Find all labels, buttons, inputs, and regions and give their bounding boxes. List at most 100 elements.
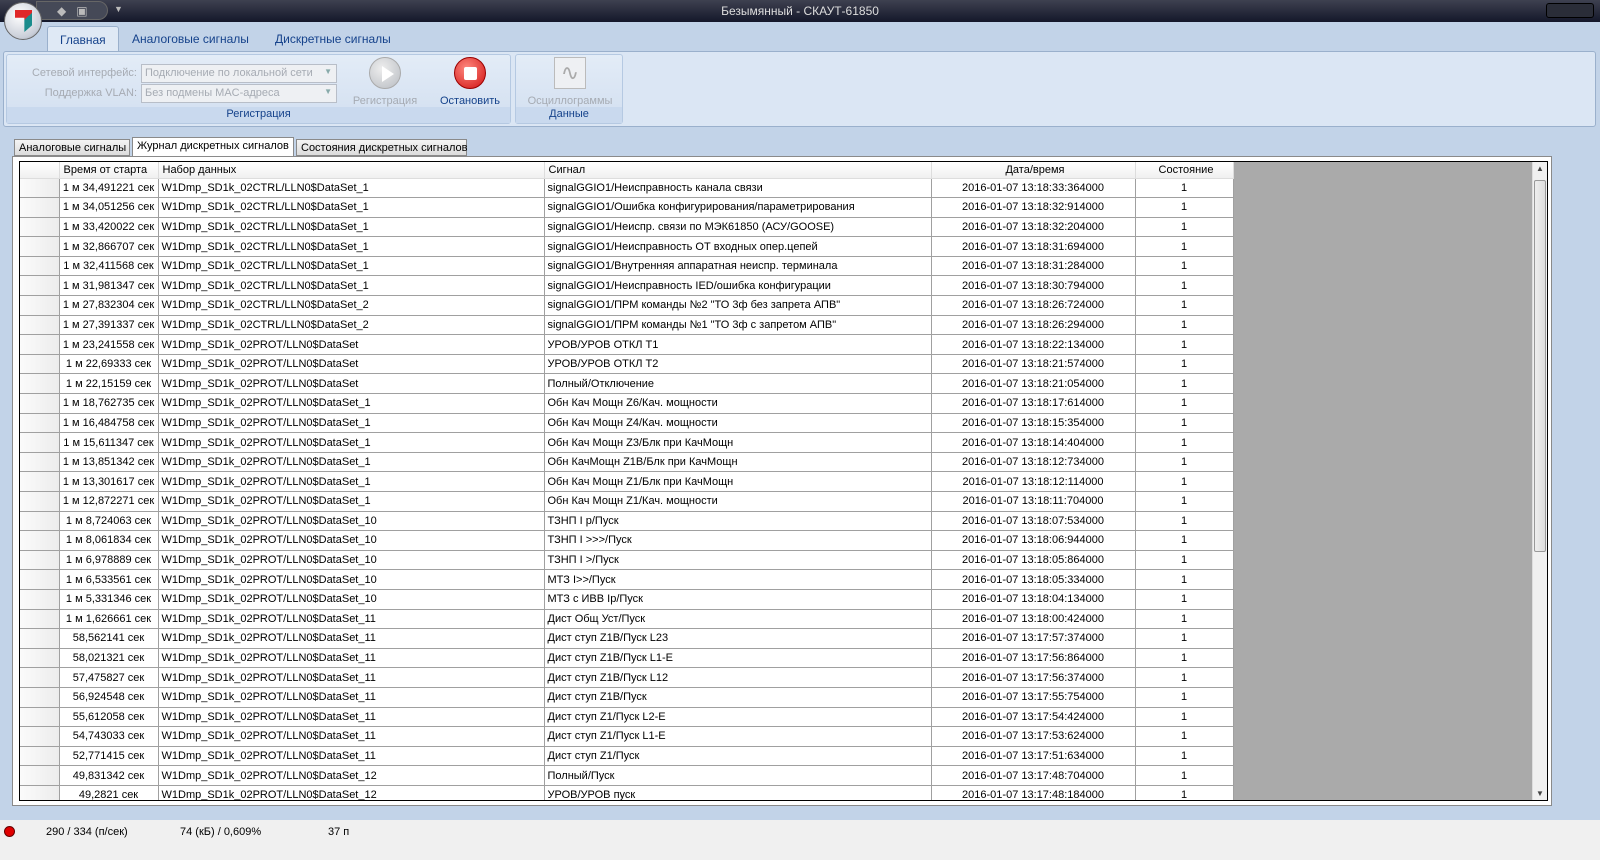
row-header[interactable] (20, 549, 60, 571)
table-row[interactable]: 1 м 16,484758 сек W1Dmp_SD1k_02PROT/LLN0$… (20, 412, 1234, 434)
window-controls[interactable] (1546, 3, 1594, 18)
scroll-up-icon[interactable]: ▲ (1536, 164, 1544, 173)
row-header[interactable] (20, 510, 60, 532)
start-registration-button[interactable]: Регистрация (350, 57, 420, 107)
doc-tab-discrete-log[interactable]: Журнал дискретных сигналов (132, 137, 294, 156)
cell-dataset: W1Dmp_SD1k_02CTRL/LLN0$DataSet_1 (157, 177, 545, 199)
row-header[interactable] (20, 451, 60, 473)
table-row[interactable]: 1 м 22,15159 сек W1Dmp_SD1k_02PROT/LLN0$D… (20, 373, 1234, 395)
table-row[interactable]: 49,831342 сек W1Dmp_SD1k_02PROT/LLN0$Data… (20, 765, 1234, 786)
row-header[interactable] (20, 628, 60, 649)
row-header[interactable] (20, 314, 60, 336)
vlan-combo[interactable]: Без подмены MAC-адреса ▼ (141, 84, 337, 103)
table-row[interactable]: 1 м 31,981347 сек W1Dmp_SD1k_02CTRL/LLN0$… (20, 275, 1234, 297)
table-row[interactable]: 1 м 6,533561 сек W1Dmp_SD1k_02PROT/LLN0$D… (20, 569, 1234, 590)
doc-tab-discrete-states[interactable]: Состояния дискретных сигналов (296, 139, 467, 156)
cell-datetime: 2016-01-07 13:17:56:864000 (930, 647, 1136, 669)
cell-signal: МТЗ I>>/Пуск (543, 569, 932, 590)
open-icon[interactable]: ◆ (57, 4, 66, 18)
table-row[interactable]: 1 м 8,061834 сек W1Dmp_SD1k_02PROT/LLN0$D… (20, 530, 1234, 551)
table-row[interactable]: 1 м 32,866707 сек W1Dmp_SD1k_02CTRL/LLN0$… (20, 236, 1234, 257)
table-row[interactable]: 1 м 12,872271 сек W1Dmp_SD1k_02PROT/LLN0$… (20, 491, 1234, 512)
header-row: Время от старта Набор данных Сигнал Дата… (20, 162, 1234, 179)
table-row[interactable]: 1 м 27,832304 сек W1Dmp_SD1k_02CTRL/LLN0$… (20, 295, 1234, 316)
table-row[interactable]: 1 м 27,391337 сек W1Dmp_SD1k_02CTRL/LLN0$… (20, 314, 1234, 336)
table-row[interactable]: 1 м 6,978889 сек W1Dmp_SD1k_02PROT/LLN0$D… (20, 549, 1234, 571)
table-row[interactable]: 52,771415 сек W1Dmp_SD1k_02PROT/LLN0$Data… (20, 745, 1234, 767)
row-header[interactable] (20, 726, 60, 747)
row-header[interactable] (20, 353, 60, 375)
row-header[interactable] (20, 569, 60, 590)
table-row[interactable]: 1 м 22,69333 сек W1Dmp_SD1k_02PROT/LLN0$D… (20, 353, 1234, 375)
ribbon-tab-analog[interactable]: Аналоговые сигналы (120, 26, 261, 52)
row-header[interactable] (20, 706, 60, 728)
col-header-time[interactable]: Время от старта (59, 162, 159, 179)
table-row[interactable]: 54,743033 сек W1Dmp_SD1k_02PROT/LLN0$Data… (20, 726, 1234, 747)
col-header-dataset[interactable]: Набор данных (158, 162, 545, 179)
oscillograms-button[interactable]: ∿ Осциллограммы (518, 57, 622, 107)
row-header[interactable] (20, 373, 60, 395)
table-row[interactable]: 1 м 5,331346 сек W1Dmp_SD1k_02PROT/LLN0$D… (20, 588, 1234, 610)
row-header[interactable] (20, 784, 60, 800)
table-row[interactable]: 1 м 13,851342 сек W1Dmp_SD1k_02PROT/LLN0$… (20, 451, 1234, 473)
ribbon-tab-discrete[interactable]: Дискретные сигналы (263, 26, 403, 52)
row-header[interactable] (20, 471, 60, 492)
table-row[interactable]: 58,562141 сек W1Dmp_SD1k_02PROT/LLN0$Data… (20, 628, 1234, 649)
row-header[interactable] (20, 275, 60, 297)
scroll-down-icon[interactable]: ▼ (1536, 789, 1544, 798)
cell-time: 58,562141 сек (58, 628, 159, 649)
qat-dropdown-icon[interactable]: ▼ (114, 4, 123, 14)
table-row[interactable]: 1 м 23,241558 сек W1Dmp_SD1k_02PROT/LLN0$… (20, 334, 1234, 355)
row-header[interactable] (20, 236, 60, 257)
table-row[interactable]: 1 м 34,491221 сек W1Dmp_SD1k_02CTRL/LLN0$… (20, 177, 1234, 199)
row-header[interactable] (20, 216, 60, 238)
table-row[interactable]: 56,924548 сек W1Dmp_SD1k_02PROT/LLN0$Data… (20, 686, 1234, 708)
row-header[interactable] (20, 334, 60, 355)
col-header-signal[interactable]: Сигнал (544, 162, 932, 179)
row-header[interactable] (20, 393, 60, 414)
col-header-datetime[interactable]: Дата/время (931, 162, 1136, 179)
row-header[interactable] (20, 745, 60, 767)
col-header-state[interactable]: Состояние (1135, 162, 1234, 179)
row-header[interactable] (20, 197, 60, 218)
table-row[interactable]: 1 м 33,420022 сек W1Dmp_SD1k_02CTRL/LLN0$… (20, 216, 1234, 238)
ribbon-tab-main[interactable]: Главная (47, 26, 119, 52)
row-header[interactable] (20, 177, 60, 199)
table-row[interactable]: 1 м 1,626661 сек W1Dmp_SD1k_02PROT/LLN0$D… (20, 608, 1234, 630)
cell-time: 1 м 13,851342 сек (58, 451, 159, 473)
row-header[interactable] (20, 608, 60, 630)
stop-button[interactable]: Остановить (435, 57, 505, 107)
table-row[interactable]: 1 м 34,051256 сек W1Dmp_SD1k_02CTRL/LLN0$… (20, 197, 1234, 218)
network-combo[interactable]: Подключение по локальной сети ▼ (141, 64, 337, 83)
table-row[interactable]: 57,475827 сек W1Dmp_SD1k_02PROT/LLN0$Data… (20, 667, 1234, 688)
row-header[interactable] (20, 530, 60, 551)
row-header[interactable] (20, 412, 60, 434)
cell-datetime: 2016-01-07 13:18:32:204000 (930, 216, 1136, 238)
scrollbar-thumb[interactable] (1534, 180, 1546, 552)
cell-signal: Полный/Отключение (543, 373, 932, 395)
table-row[interactable]: 1 м 15,611347 сек W1Dmp_SD1k_02PROT/LLN0$… (20, 432, 1234, 453)
table-row[interactable]: 1 м 32,411568 сек W1Dmp_SD1k_02CTRL/LLN0$… (20, 255, 1234, 277)
row-header[interactable] (20, 432, 60, 453)
table-row[interactable]: 49,2821 сек W1Dmp_SD1k_02PROT/LLN0$DataSe… (20, 784, 1234, 800)
row-header[interactable] (20, 588, 60, 610)
row-header[interactable] (20, 255, 60, 277)
row-header[interactable] (20, 295, 60, 316)
table-row[interactable]: 1 м 18,762735 сек W1Dmp_SD1k_02PROT/LLN0$… (20, 393, 1234, 414)
app-menu-button[interactable] (4, 2, 42, 40)
table-row[interactable]: 55,612058 сек W1Dmp_SD1k_02PROT/LLN0$Data… (20, 706, 1234, 728)
row-header[interactable] (20, 647, 60, 669)
row-header[interactable] (20, 686, 60, 708)
row-header[interactable] (20, 765, 60, 786)
row-header[interactable] (20, 667, 60, 688)
cell-signal: Дист ступ Z1/Пуск L1-E (543, 726, 932, 747)
save-icon[interactable]: ▣ (76, 4, 87, 18)
row-header[interactable] (20, 491, 60, 512)
table-row[interactable]: 1 м 8,724063 сек W1Dmp_SD1k_02PROT/LLN0$D… (20, 510, 1234, 532)
table-row[interactable]: 58,021321 сек W1Dmp_SD1k_02PROT/LLN0$Data… (20, 647, 1234, 669)
table-row[interactable]: 1 м 13,301617 сек W1Dmp_SD1k_02PROT/LLN0$… (20, 471, 1234, 492)
doc-tab-analog[interactable]: Аналоговые сигналы (14, 139, 130, 156)
vertical-scrollbar[interactable]: ▲ ▼ (1532, 162, 1547, 800)
cell-dataset: W1Dmp_SD1k_02CTRL/LLN0$DataSet_2 (157, 314, 545, 336)
cell-datetime: 2016-01-07 13:18:21:054000 (930, 373, 1136, 395)
